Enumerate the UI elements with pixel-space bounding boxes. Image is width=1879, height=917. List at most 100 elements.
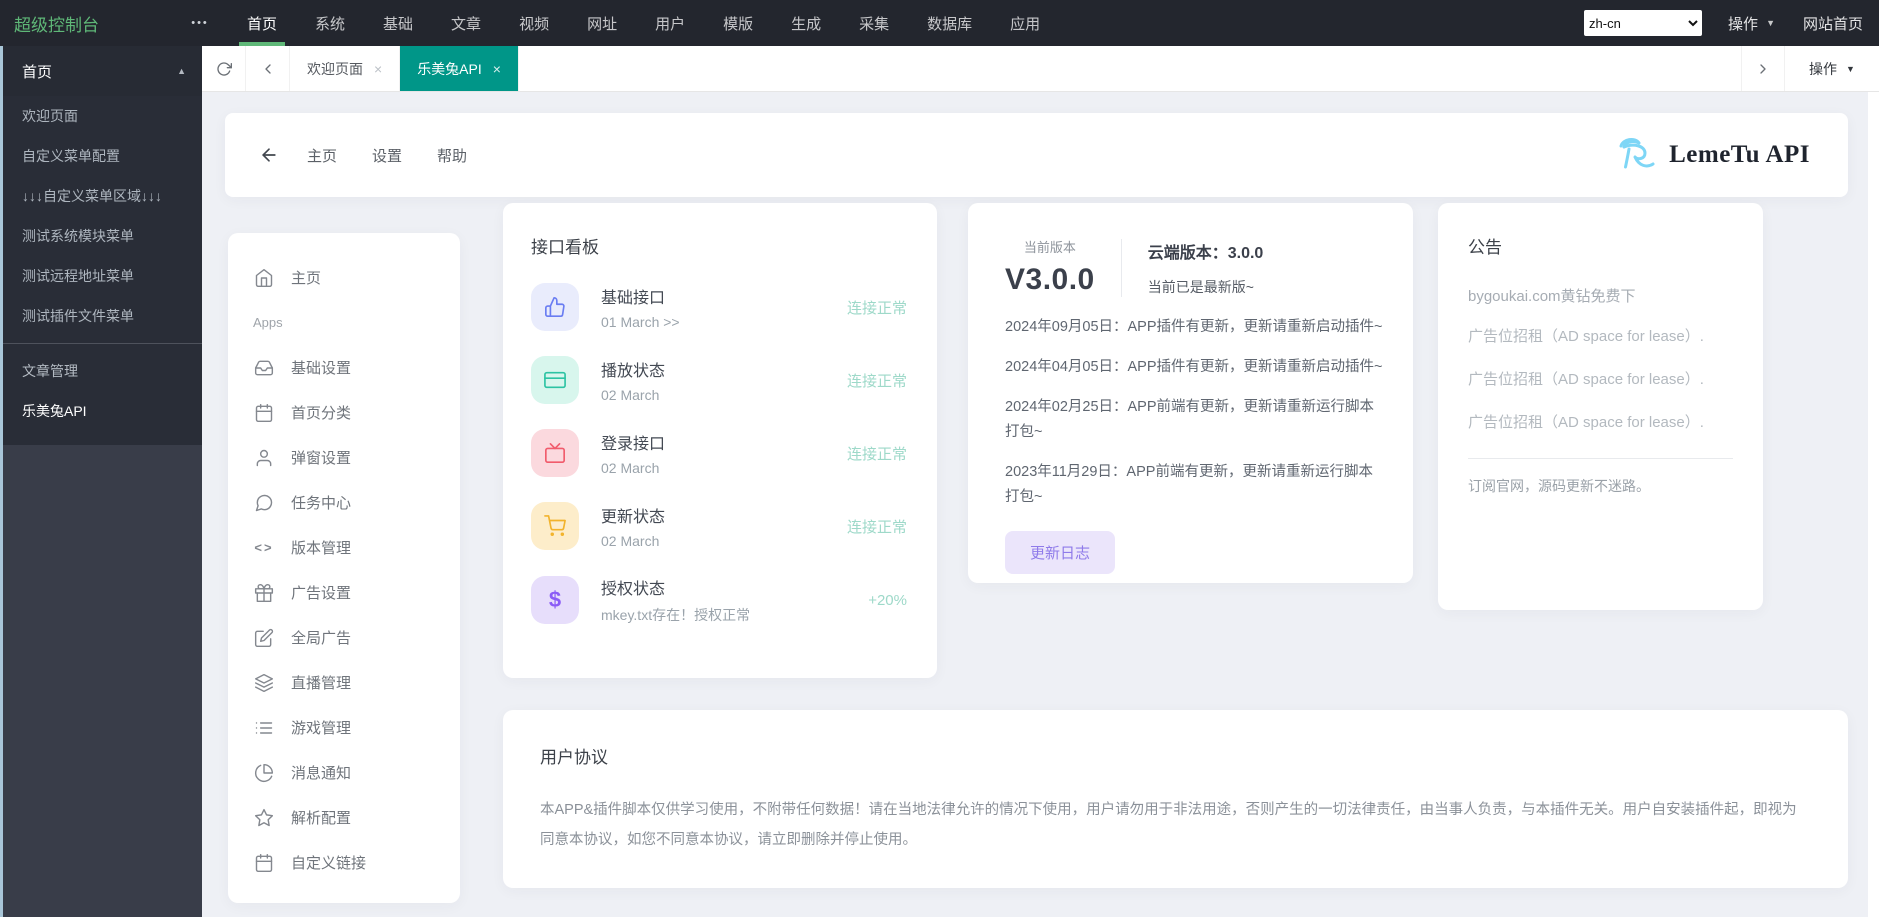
- nav-item-basic[interactable]: 基础: [364, 0, 432, 46]
- update-log-line: 2023年11月29日：APP前端有更新，更新请重新运行脚本打包~: [1005, 460, 1383, 510]
- nav-item-app[interactable]: 应用: [991, 0, 1059, 46]
- inner-menu-item-popup-settings[interactable]: 弹窗设置: [228, 435, 460, 480]
- main-nav: 首页 系统 基础 文章 视频 网址 用户 模版 生成 采集 数据库 应用: [228, 0, 1059, 46]
- code-icon: <>: [253, 540, 275, 555]
- status-badge: 连接正常: [847, 297, 907, 318]
- header-link-home[interactable]: 主页: [307, 145, 337, 166]
- dashboard-row-update-status[interactable]: 更新状态 02 March 连接正常: [531, 502, 907, 550]
- inner-menu: 主页 Apps 基础设置 首页分类 弹窗设置 任务中心: [228, 233, 460, 903]
- header-link-settings[interactable]: 设置: [372, 145, 402, 166]
- inner-menu-item-parse-config[interactable]: 解析配置: [228, 795, 460, 840]
- nav-item-home[interactable]: 首页: [228, 0, 296, 46]
- sidebar-header-home[interactable]: 首页 ▲: [0, 46, 202, 96]
- inner-menu-item-live-management[interactable]: 直播管理: [228, 660, 460, 705]
- inner-menu-label: 基础设置: [291, 357, 351, 378]
- star-icon: [253, 808, 275, 828]
- dashboard-row-play-status[interactable]: 播放状态 02 March 连接正常: [531, 356, 907, 404]
- nav-item-url[interactable]: 网址: [568, 0, 636, 46]
- dashboard-row-basic-api[interactable]: 基础接口 01 March >> 连接正常: [531, 283, 907, 331]
- app-brand[interactable]: 超级控制台: [0, 11, 172, 36]
- nav-item-collect[interactable]: 采集: [840, 0, 908, 46]
- current-version-value: V3.0.0: [1005, 263, 1095, 297]
- sidebar-item-test-remote-address[interactable]: 测试远程地址菜单: [0, 256, 202, 296]
- inner-menu-label: 自定义链接: [291, 852, 366, 873]
- dashboard-row-subtitle: 02 March: [601, 460, 665, 476]
- inner-menu-label: 消息通知: [291, 762, 351, 783]
- nav-item-database[interactable]: 数据库: [908, 0, 991, 46]
- sidebar-menu: 首页 ▲ 欢迎页面 自定义菜单配置 ↓↓↓自定义菜单区域↓↓↓ 测试系统模块菜单…: [0, 46, 202, 445]
- inner-menu-item-global-ads[interactable]: 全局广告: [228, 615, 460, 660]
- tab-action-label: 操作: [1809, 59, 1837, 79]
- nav-item-system[interactable]: 系统: [296, 0, 364, 46]
- nav-item-template[interactable]: 模版: [704, 0, 772, 46]
- announcement-card: 公告 bygoukai.com黄钻免费下 广告位招租（AD space for …: [1438, 203, 1763, 610]
- tab-welcome-page[interactable]: 欢迎页面 ×: [290, 46, 400, 91]
- inner-menu-item-version-management[interactable]: <> 版本管理: [228, 525, 460, 570]
- collapse-arrow-icon[interactable]: ▲: [177, 66, 186, 76]
- tabs-scroll-left-button[interactable]: [246, 46, 290, 91]
- sidebar-group-article[interactable]: 文章管理: [0, 351, 202, 391]
- user-agreement-card: 用户协议 本APP&插件脚本仅供学习使用，不附带任何数据！请在当地法律允许的情况…: [503, 710, 1848, 888]
- sidebar-item-welcome[interactable]: 欢迎页面: [0, 96, 202, 136]
- sidebar-item-custom-menu-area[interactable]: ↓↓↓自定义菜单区域↓↓↓: [0, 176, 202, 216]
- tab-lemetu-api[interactable]: 乐美兔API ×: [400, 46, 519, 91]
- logo-text: LemeTu API: [1669, 141, 1810, 169]
- inner-menu-item-game-management[interactable]: 游戏管理: [228, 705, 460, 750]
- chevron-right-icon: [1755, 61, 1771, 77]
- dashboard-row-license-status[interactable]: $ 授权状态 mkey.txt存在！授权正常 +20%: [531, 575, 907, 625]
- header-link-help[interactable]: 帮助: [437, 145, 467, 166]
- announcement-footer: 订阅官网，源码更新不迷路。: [1468, 476, 1733, 496]
- logo: LemeTu API: [1614, 136, 1810, 174]
- inner-menu-label: 首页分类: [291, 402, 351, 423]
- sidebar-item-test-plugin-file[interactable]: 测试插件文件菜单: [0, 296, 202, 336]
- nav-item-video[interactable]: 视频: [500, 0, 568, 46]
- tabs-scroll-right-button[interactable]: [1741, 46, 1785, 91]
- sidebar-item-lemetu-api[interactable]: 乐美兔API: [0, 391, 202, 431]
- inner-menu-item-ad-settings[interactable]: 广告设置: [228, 570, 460, 615]
- sidebar-scrollbar[interactable]: [0, 46, 3, 917]
- sidebar-item-test-system-module[interactable]: 测试系统模块菜单: [0, 216, 202, 256]
- inner-menu-item-home[interactable]: 主页: [228, 255, 460, 300]
- more-icon[interactable]: •••: [172, 17, 228, 29]
- inner-menu-item-task-center[interactable]: 任务中心: [228, 480, 460, 525]
- sidebar-item-custom-menu-config[interactable]: 自定义菜单配置: [0, 136, 202, 176]
- close-icon[interactable]: ×: [493, 61, 501, 77]
- dashboard-row-login-api[interactable]: 登录接口 02 March 连接正常: [531, 429, 907, 477]
- status-badge: 连接正常: [847, 443, 907, 464]
- inner-menu-label: 全局广告: [291, 627, 351, 648]
- inner-menu-item-custom-link[interactable]: 自定义链接: [228, 840, 460, 885]
- home-icon: [253, 268, 275, 288]
- dashboard-title: 接口看板: [531, 233, 907, 258]
- site-home-link[interactable]: 网站首页: [1803, 13, 1863, 34]
- inner-menu-label: 版本管理: [291, 537, 351, 558]
- language-select[interactable]: zh-cn: [1584, 10, 1702, 36]
- changelog-button[interactable]: 更新日志: [1005, 531, 1115, 574]
- back-button[interactable]: [259, 145, 279, 165]
- announcement-line: bygoukai.com黄钻免费下: [1468, 285, 1733, 306]
- inner-menu-item-message-notify[interactable]: 消息通知: [228, 750, 460, 795]
- refresh-button[interactable]: [202, 46, 246, 91]
- inner-menu-label: 直播管理: [291, 672, 351, 693]
- nav-item-user[interactable]: 用户: [636, 0, 704, 46]
- inner-menu-item-home-category[interactable]: 首页分类: [228, 390, 460, 435]
- navbar-right: zh-cn 操作 ▼ 网站首页: [1584, 10, 1879, 36]
- close-icon[interactable]: ×: [374, 61, 382, 77]
- inner-menu-section-apps: Apps: [228, 300, 460, 345]
- inner-menu-label: 主页: [291, 267, 321, 288]
- nav-item-article[interactable]: 文章: [432, 0, 500, 46]
- update-log-list: 2024年09月05日：APP插件有更新，更新请重新启动插件~ 2024年04月…: [1005, 315, 1383, 510]
- page-scrollbar[interactable]: [1868, 92, 1879, 917]
- dashboard-row-title: 基础接口: [601, 284, 680, 308]
- sidebar: 首页 ▲ 欢迎页面 自定义菜单配置 ↓↓↓自定义菜单区域↓↓↓ 测试系统模块菜单…: [0, 46, 202, 917]
- edit-icon: [253, 628, 275, 648]
- pie-chart-icon: [253, 763, 275, 783]
- status-badge: +20%: [868, 592, 907, 609]
- tab-action-dropdown[interactable]: 操作 ▼: [1785, 46, 1879, 91]
- top-navbar: 超级控制台 ••• 首页 系统 基础 文章 视频 网址 用户 模版 生成 采集 …: [0, 0, 1879, 46]
- ad-space-line: 广告位招租（AD space for lease）.: [1468, 325, 1733, 349]
- nav-action-dropdown[interactable]: 操作 ▼: [1728, 13, 1775, 34]
- message-circle-icon: [253, 493, 275, 513]
- inner-menu-item-basic-settings[interactable]: 基础设置: [228, 345, 460, 390]
- nav-item-generate[interactable]: 生成: [772, 0, 840, 46]
- update-log-line: 2024年09月05日：APP插件有更新，更新请重新启动插件~: [1005, 315, 1383, 340]
